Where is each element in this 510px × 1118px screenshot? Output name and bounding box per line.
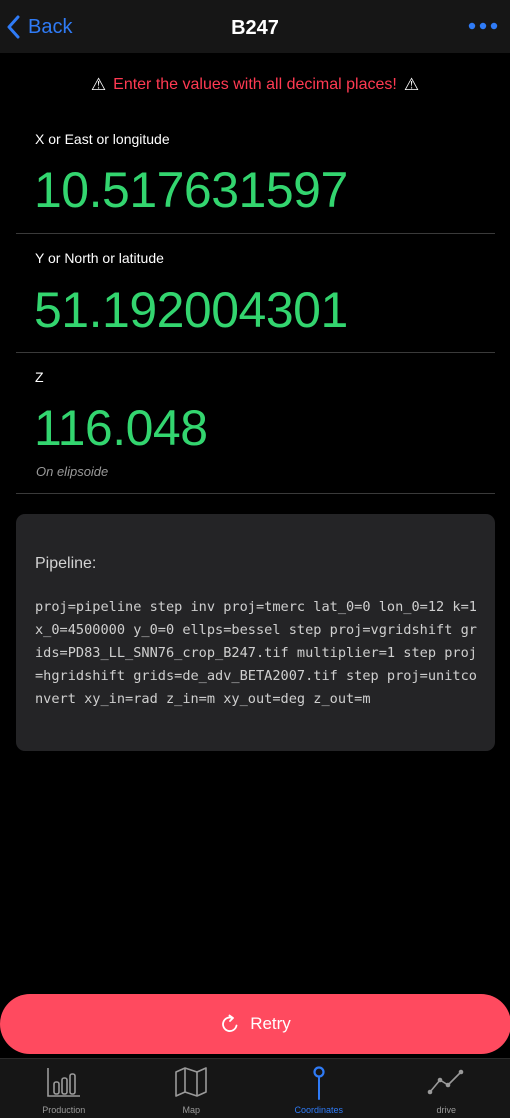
x-coordinate-label: X or East or longitude (35, 131, 170, 147)
location-pin-icon (313, 1066, 325, 1100)
map-icon (175, 1067, 208, 1097)
retry-label: Retry (250, 1014, 291, 1033)
z-coordinate-input[interactable]: 116.048 (34, 400, 208, 456)
z-coordinate-hint: On elipsoide (36, 464, 109, 479)
tab-map-label: Map (182, 1105, 200, 1115)
back-button[interactable]: Back (6, 12, 72, 42)
warning-icon: ⚠ (403, 75, 420, 94)
x-coordinate-input[interactable]: 10.517631597 (34, 162, 348, 218)
ellipsis-icon[interactable] (468, 18, 498, 34)
z-coordinate-field: Z 116.048 On elipsoide (16, 353, 495, 494)
trend-line-icon (427, 1069, 464, 1095)
tab-coordinates[interactable]: Coordinates (255, 1059, 383, 1118)
decimal-warning: ⚠ Enter the values with all decimal plac… (0, 72, 510, 98)
y-coordinate-field: Y or North or latitude 51.192004301 (16, 234, 495, 353)
tab-production[interactable]: Production (0, 1059, 128, 1118)
tab-drive[interactable]: drive (383, 1059, 510, 1118)
warning-text: Enter the values with all decimal places… (113, 76, 397, 93)
tab-coordinates-label: Coordinates (294, 1105, 344, 1115)
tab-bar: Production Map Coordinates drive (0, 1058, 510, 1118)
retry-button[interactable]: Retry (0, 994, 510, 1054)
tab-map[interactable]: Map (128, 1059, 256, 1118)
pipeline-definition: proj=pipeline step inv proj=tmerc lat_0=… (35, 599, 477, 707)
navigation-bar: Back B247 (0, 0, 510, 53)
pipeline-panel: Pipeline: proj=pipeline step inv proj=tm… (16, 514, 495, 751)
tab-production-label: Production (42, 1105, 86, 1115)
z-coordinate-label: Z (35, 369, 44, 385)
x-coordinate-field: X or East or longitude 10.517631597 (16, 118, 495, 234)
y-coordinate-input[interactable]: 51.192004301 (34, 282, 348, 338)
bar-chart-icon (46, 1068, 80, 1097)
back-label: Back (28, 16, 73, 38)
tab-drive-label: drive (436, 1105, 456, 1115)
refresh-icon (222, 1014, 238, 1032)
y-coordinate-label: Y or North or latitude (35, 250, 164, 266)
warning-icon: ⚠ (90, 75, 107, 94)
app-root: Back B247 ⚠ Enter the values with all de… (0, 0, 510, 1118)
page-title: B247 (231, 17, 279, 39)
chevron-left-icon (7, 15, 20, 39)
pipeline-title: Pipeline: (35, 555, 97, 572)
